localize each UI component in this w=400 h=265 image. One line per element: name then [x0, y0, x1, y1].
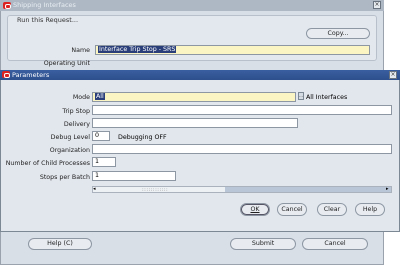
child-processes-field[interactable]: 1 [92, 157, 116, 167]
child-processes-value: 1 [95, 158, 100, 165]
mode-field[interactable]: All [92, 92, 296, 102]
scroll-left-icon[interactable]: ◂ [93, 186, 96, 192]
window-title: Shipping Interfaces [13, 1, 76, 9]
mode-label: Mode [72, 94, 90, 101]
name-value: Interface Trip Stop - SRS [98, 46, 177, 53]
params-cancel-button[interactable]: Cancel [277, 203, 307, 216]
debug-level-field[interactable]: 0 [92, 131, 110, 141]
dialog-title: Parameters [12, 71, 50, 79]
debug-description: Debugging OFF [118, 134, 167, 141]
list-of-values-icon[interactable]: … [298, 92, 304, 100]
close-icon[interactable]: × [389, 71, 397, 79]
submit-button[interactable]: Submit [230, 238, 296, 250]
debug-level-label: Debug Level [50, 134, 90, 141]
ok-button[interactable]: OK [240, 203, 270, 216]
oracle-logo-icon [3, 2, 11, 9]
delivery-field[interactable] [92, 118, 298, 128]
mode-description: All Interfaces [306, 94, 348, 101]
parameters-titlebar[interactable]: Parameters × [0, 70, 400, 80]
mode-value: All [95, 93, 105, 100]
debug-level-value: 0 [95, 132, 100, 139]
ok-label: OK [250, 206, 260, 213]
stops-per-batch-value: 1 [95, 172, 100, 179]
run-request-label: Run this Request... [16, 16, 80, 24]
name-field[interactable]: Interface Trip Stop - SRS [95, 45, 370, 55]
stops-per-batch-field[interactable]: 1 [92, 171, 176, 181]
name-label: Name [71, 47, 90, 54]
shipping-interfaces-titlebar[interactable]: Shipping Interfaces × [0, 0, 384, 11]
delivery-label: Delivery [63, 121, 90, 128]
clear-button[interactable]: Clear [317, 203, 347, 216]
organization-field[interactable] [92, 144, 392, 154]
child-processes-label: Number of Child Processes [5, 160, 90, 167]
scrollbar-grip-icon[interactable]: :::::::::::: [142, 187, 168, 193]
scroll-right-icon[interactable]: ▸ [386, 186, 389, 192]
trip-stop-field[interactable] [92, 105, 392, 115]
stops-per-batch-label: Stops per Batch [39, 174, 90, 181]
close-icon[interactable]: × [373, 1, 381, 9]
help-button[interactable]: Help (C) [28, 238, 92, 250]
oracle-logo-icon [2, 71, 10, 78]
operating-unit-label: Operating Unit [43, 60, 90, 67]
trip-stop-label: Trip Stop [62, 108, 90, 115]
params-help-button[interactable]: Help [355, 203, 385, 216]
organization-label: Organization [49, 147, 90, 154]
scrollbar-track[interactable] [225, 187, 391, 192]
copy-button[interactable]: Copy... [306, 28, 370, 39]
cancel-button[interactable]: Cancel [302, 238, 368, 250]
